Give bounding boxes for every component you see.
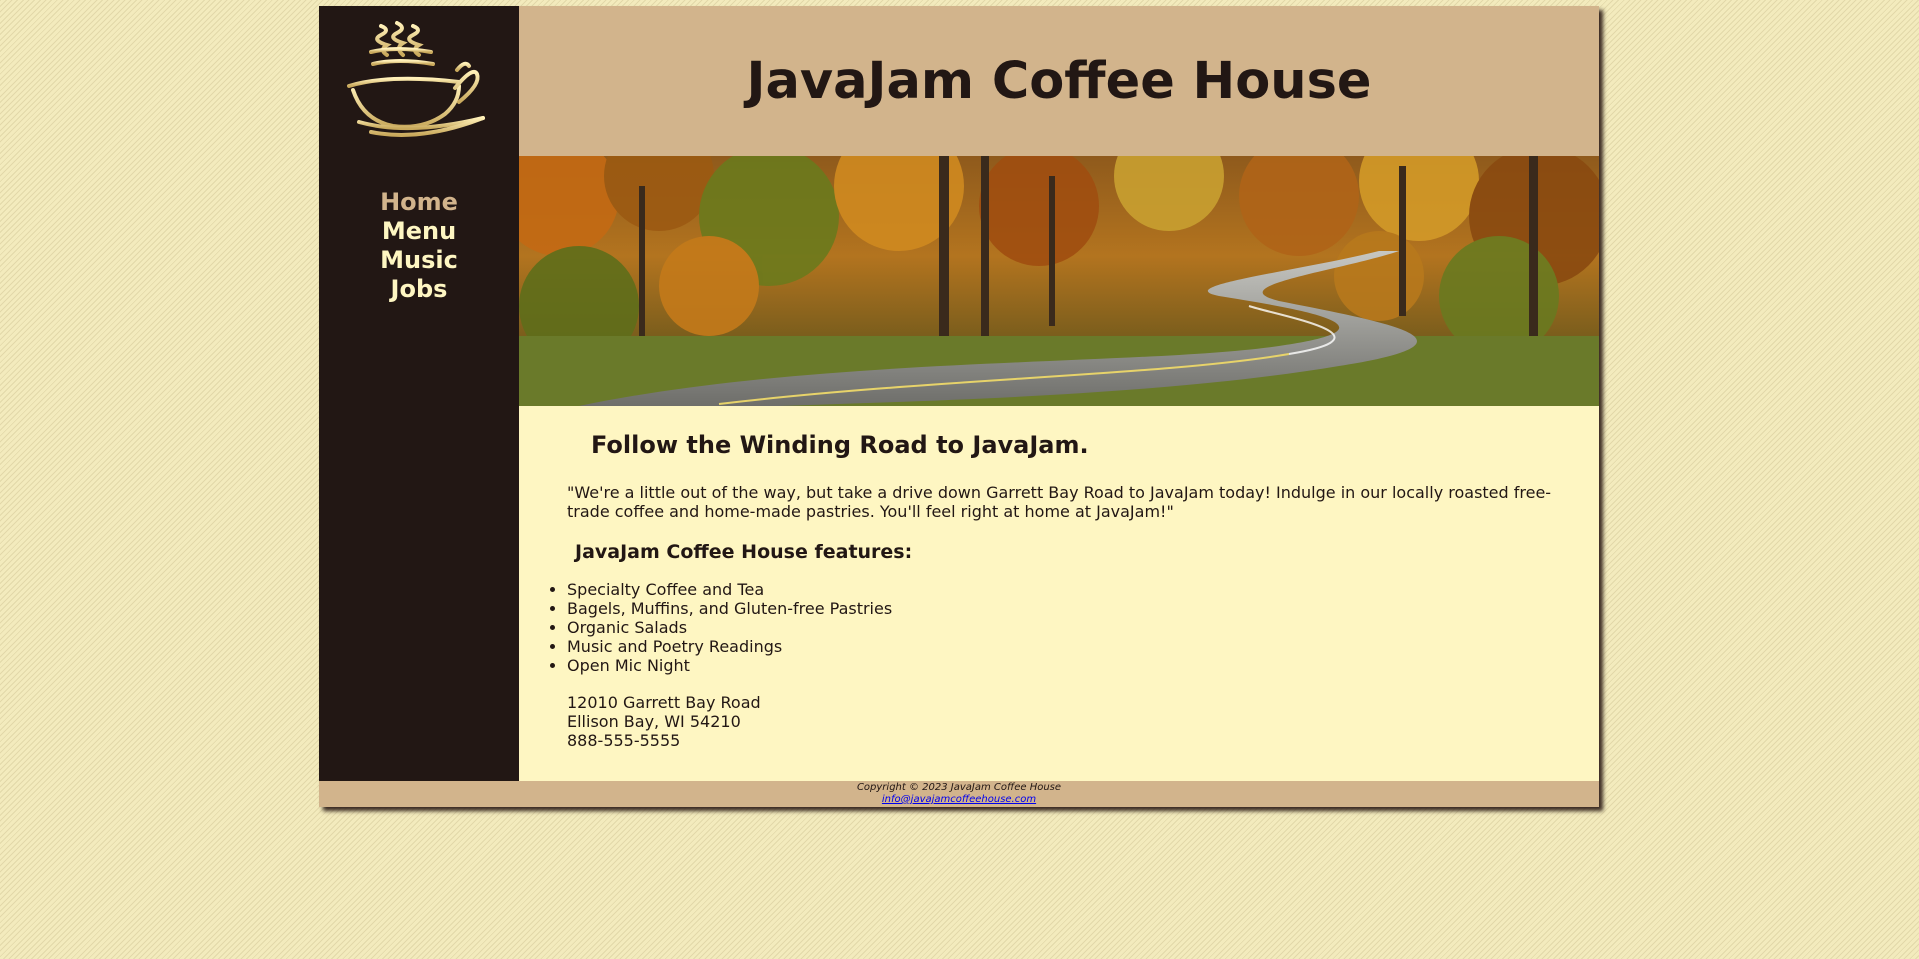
list-item: Music and Poetry Readings — [567, 637, 892, 656]
nav-music-link[interactable]: Music — [319, 246, 519, 275]
site-title: JavaJam Coffee House — [746, 52, 1372, 111]
list-item: Specialty Coffee and Tea — [567, 580, 892, 599]
nav-jobs-link[interactable]: Jobs — [319, 275, 519, 304]
site-header: JavaJam Coffee House — [519, 6, 1599, 156]
main-content: Follow the Winding Road to JavaJam. "We'… — [519, 406, 1599, 781]
copyright-text: Copyright © 2023 JavaJam Coffee House — [856, 782, 1062, 793]
features-list: Specialty Coffee and Tea Bagels, Muffins… — [519, 580, 892, 675]
address-city: Ellison Bay, WI 54210 — [567, 712, 741, 731]
list-item: Organic Salads — [567, 618, 892, 637]
sidebar: Home Menu Music Jobs — [319, 6, 519, 781]
page-wrapper: Home Menu Music Jobs JavaJam Coffee Hous… — [319, 6, 1599, 807]
hero-image — [519, 156, 1599, 406]
main-nav: Home Menu Music Jobs — [319, 188, 519, 304]
coffee-cup-steam-icon — [347, 21, 485, 137]
email-link[interactable]: info@javajamcoffeehouse.com — [882, 794, 1036, 805]
nav-menu-link[interactable]: Menu — [319, 217, 519, 246]
list-item: Bagels, Muffins, and Gluten-free Pastrie… — [567, 599, 892, 618]
address-phone: 888-555-5555 — [567, 731, 681, 750]
list-item: Open Mic Night — [567, 656, 892, 675]
address-block: 12010 Garrett Bay Road Ellison Bay, WI 5… — [567, 693, 761, 750]
features-heading: JavaJam Coffee House features: — [575, 541, 913, 563]
winding-road-image — [519, 156, 1599, 406]
intro-paragraph: "We're a little out of the way, but take… — [567, 483, 1552, 521]
site-footer: Copyright © 2023 JavaJam Coffee House in… — [319, 781, 1599, 807]
main-heading: Follow the Winding Road to JavaJam. — [591, 431, 1089, 459]
address-street: 12010 Garrett Bay Road — [567, 693, 761, 712]
nav-home-link[interactable]: Home — [319, 188, 519, 217]
